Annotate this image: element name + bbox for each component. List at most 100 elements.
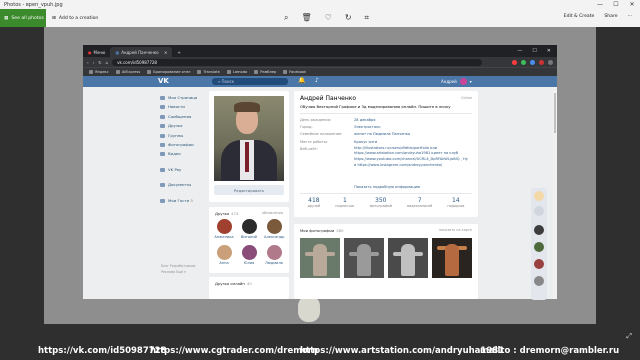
photo-thumbnail[interactable] (344, 238, 384, 278)
extension-icon[interactable] (521, 59, 526, 65)
bookmark[interactable]: Lamoda (227, 70, 247, 74)
crop-icon[interactable]: ⌗ (365, 13, 370, 23)
browser-scrollbar[interactable] (553, 87, 557, 299)
scroll-thumb[interactable] (554, 93, 556, 133)
avatar (216, 245, 232, 260)
zoom-icon[interactable]: ⌕ (284, 13, 288, 23)
detail-value[interactable]: Крокус сити (354, 139, 470, 146)
maximize-button[interactable]: ☐ (608, 1, 624, 8)
photo-thumbnail[interactable] (300, 238, 340, 278)
menu-item-my-page[interactable]: Моя Страница (160, 93, 197, 102)
avatar[interactable] (534, 276, 544, 286)
opera-menu[interactable]: ● Меню (83, 47, 110, 57)
detail-value[interactable]: 28 декабря (354, 117, 470, 124)
notifications-icon[interactable]: 🔔 (298, 77, 305, 84)
photo-thumbnail[interactable] (388, 238, 428, 278)
avatar[interactable] (534, 242, 544, 252)
home-icon[interactable]: ⌂ (106, 60, 109, 65)
friend-item[interactable]: Анна (214, 245, 234, 265)
photos-icon: ▦ (4, 15, 9, 21)
vk-logo[interactable]: VK (158, 77, 169, 85)
friend-item[interactable]: Александр (264, 219, 284, 239)
caption-mail-link: mailto : dremorn@rambler.ru (480, 346, 620, 356)
add-to-creation-button[interactable]: ⊞ Add to a creation (52, 16, 98, 21)
more-button[interactable]: ··· (628, 14, 632, 19)
extension-icon[interactable] (530, 59, 535, 65)
close-tab-icon[interactable]: ✕ (164, 50, 167, 55)
menu-item-friends[interactable]: Друзья (160, 121, 197, 130)
menu-item-news[interactable]: Новости (160, 102, 197, 111)
menu-item-vkpay[interactable]: VK Pay (160, 165, 197, 174)
show-on-map-link[interactable]: показать на карте (439, 228, 472, 232)
add-creation-label: Add to a creation (58, 15, 99, 21)
chat-sidebar (531, 188, 547, 300)
browser-maximize-icon[interactable]: ☐ (532, 48, 536, 54)
profile-name: Андрей Панченко (300, 95, 357, 102)
menu-item-documents[interactable]: Документы (160, 180, 197, 189)
friends-updates-link[interactable]: обновления (262, 211, 283, 215)
back-icon[interactable]: ‹ (87, 60, 89, 65)
close-button[interactable]: ✕ (624, 1, 640, 8)
counter-gifts[interactable]: 14 подарков (447, 197, 464, 208)
detail-value[interactable]: Электросталь (354, 124, 470, 131)
delete-icon[interactable]: 🗑 (301, 13, 311, 23)
extension-icon[interactable] (512, 59, 517, 65)
friends-title[interactable]: Друзья 474 (215, 211, 238, 216)
counter-photos[interactable]: 350 фотографий (370, 197, 392, 208)
browser-close-icon[interactable]: ✕ (547, 48, 551, 54)
counter-friends[interactable]: 418 друзей (308, 197, 321, 208)
browser-minimize-icon[interactable]: — (517, 48, 522, 54)
vk-user-menu[interactable]: Андрей ▾ (441, 78, 472, 85)
bookmark[interactable]: Яндекс (89, 70, 109, 74)
browser-tab[interactable]: ■ Андрей Панченко ✕ (110, 47, 173, 57)
show-more-link[interactable]: Показать подробную информацию (354, 185, 420, 189)
counter-followers[interactable]: 1 подписчик (335, 197, 354, 208)
expand-icon[interactable]: ⤢ (626, 332, 632, 341)
vk-search-input[interactable]: ⌕ Поиск (212, 78, 288, 85)
edit-create-button[interactable]: Edit & Create (564, 14, 595, 19)
menu-item-guests[interactable]: Мои Гости 5 (160, 196, 197, 205)
edit-profile-button[interactable]: Редактировать (214, 185, 284, 195)
url-field[interactable]: vk.com/id50987728 (112, 58, 483, 66)
bookmark[interactable]: Бронирование отел (147, 70, 190, 74)
profile-photo[interactable] (214, 96, 284, 181)
extension-icon[interactable] (548, 59, 553, 65)
music-icon[interactable]: ♪ (315, 77, 319, 84)
favorite-icon[interactable]: ♡ (325, 13, 332, 23)
menu-item-video[interactable]: Видео (160, 149, 197, 158)
detail-value[interactable]: женат на Людмиле Панченко (354, 131, 470, 138)
menu-label: Меню (93, 49, 106, 55)
friend-item[interactable]: Юлия (239, 245, 259, 265)
share-button[interactable]: Share (604, 14, 617, 19)
friends-online-label: Друзья онлайн (215, 281, 245, 286)
friend-item[interactable]: Анжелика (214, 219, 234, 239)
avatar[interactable] (534, 191, 544, 201)
bookmark[interactable]: AliExpress (116, 70, 141, 74)
friends-online-title[interactable]: Друзья онлайн 40 (215, 281, 252, 286)
reload-icon[interactable]: ↻ (98, 60, 101, 65)
menu-item-photos[interactable]: Фотографии (160, 140, 197, 149)
forward-icon[interactable]: › (93, 60, 95, 65)
bookmark[interactable]: Translate (197, 70, 219, 74)
friend-item[interactable]: Виталий (239, 219, 259, 239)
detail-value[interactable]: http://illustrators.ru/users/dfdfdx/port… (354, 146, 470, 168)
photos-title[interactable]: Мои фотографии 280 (300, 228, 344, 233)
rotate-icon[interactable]: ↻ (345, 13, 352, 23)
profile-details: День рождения: 28 декабря Город: Электрост… (300, 117, 470, 168)
friend-name: Виталий (240, 235, 258, 239)
friend-item[interactable]: Людмила (264, 245, 284, 265)
avatar[interactable] (534, 259, 544, 269)
new-tab-button[interactable]: + (172, 47, 185, 57)
vk-footer-links[interactable]: Блог Разработчикам Реклама Ещё ▾ (161, 263, 201, 275)
bookmark[interactable]: Рамблер (254, 70, 276, 74)
avatar[interactable] (534, 206, 544, 216)
menu-item-messages[interactable]: Сообщения (160, 112, 197, 121)
counter-videos[interactable]: 7 видеозаписей (407, 197, 432, 208)
photo-thumbnail[interactable] (432, 238, 472, 278)
see-all-photos-button[interactable]: ▦ See all photos (0, 9, 46, 27)
minimize-button[interactable]: — (592, 1, 608, 8)
bookmark[interactable]: Facebook (283, 70, 306, 74)
menu-item-groups[interactable]: Группы (160, 131, 197, 140)
extension-icon[interactable] (539, 59, 544, 65)
avatar[interactable] (534, 225, 544, 235)
